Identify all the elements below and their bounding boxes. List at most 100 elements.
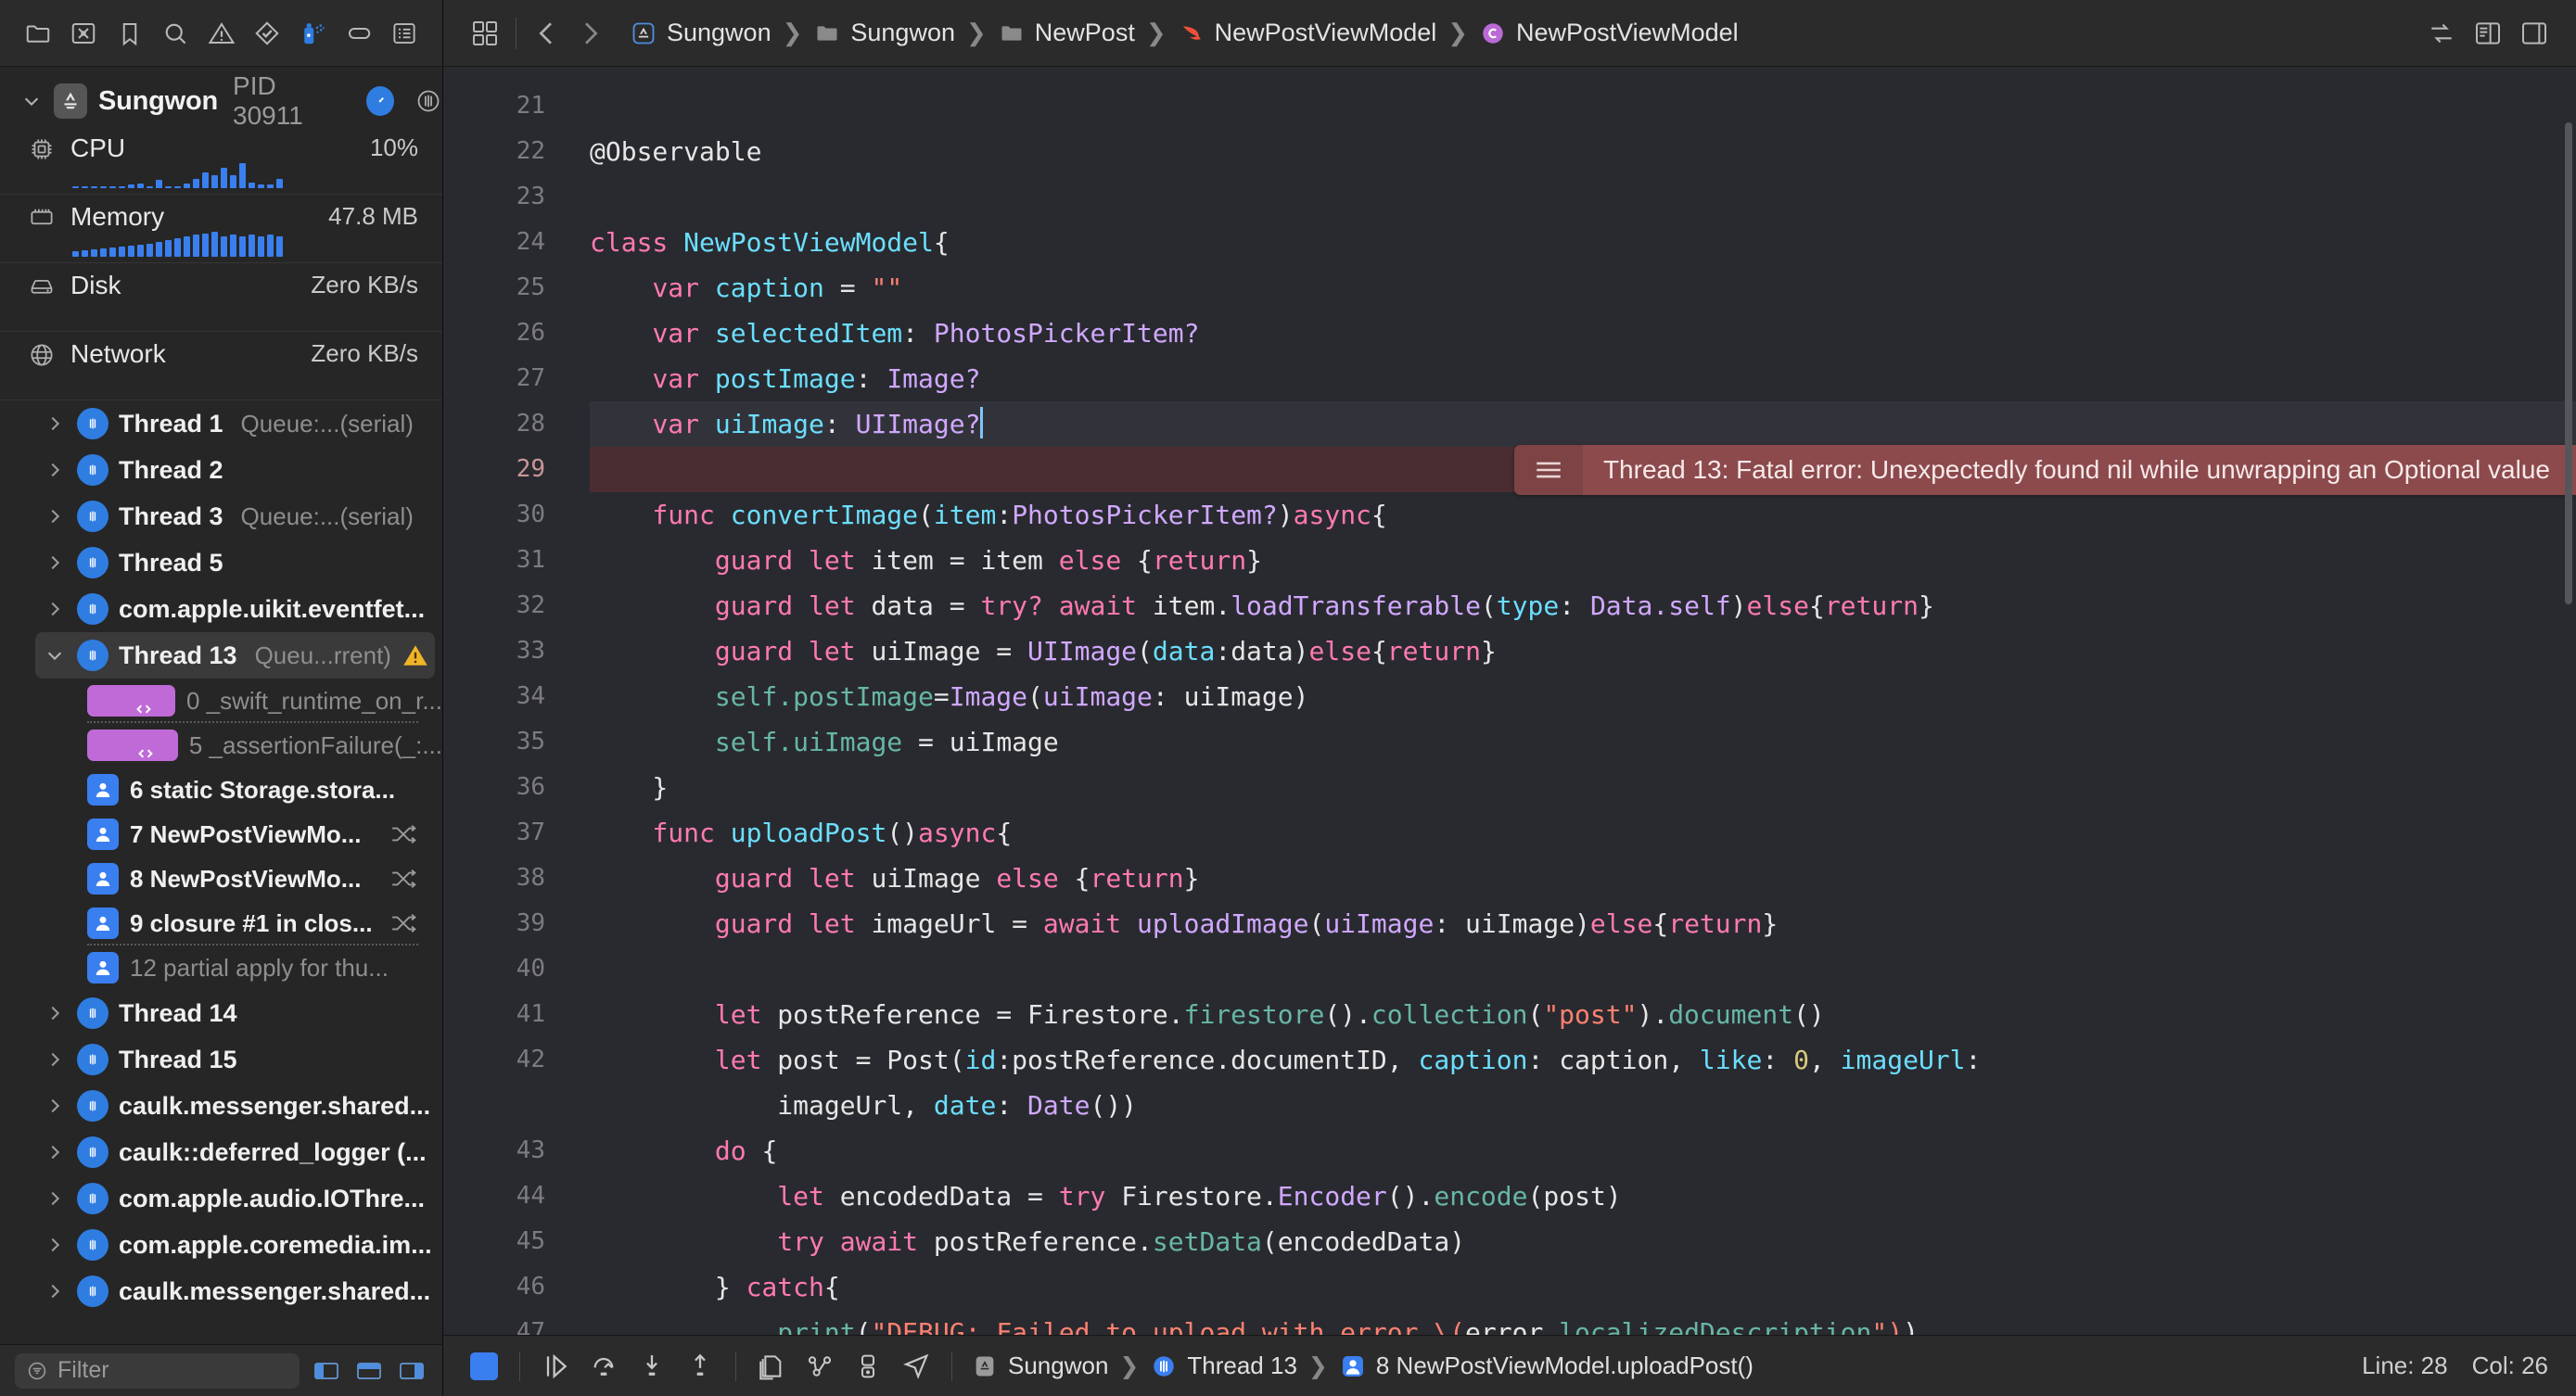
- view-hierarchy-icon[interactable]: [796, 1344, 844, 1389]
- location-simulate-icon[interactable]: [892, 1344, 940, 1389]
- debug-breadcrumb-item[interactable]: 8 NewPostViewModel.uploadPost(): [1332, 1352, 1761, 1380]
- thread-bars-icon[interactable]: [414, 86, 442, 116]
- chevron-left-icon[interactable]: [526, 12, 568, 55]
- stack-frame-row[interactable]: 9 closure #1 in clos...: [0, 901, 442, 945]
- chevron-right-icon[interactable]: [43, 1096, 67, 1116]
- stack-frame-row[interactable]: 12 partial apply for thu...: [0, 945, 442, 990]
- stack-frame-row[interactable]: 6 static Storage.stora...: [0, 768, 442, 812]
- thread-row[interactable]: Thread 3 Queue:...(serial): [0, 493, 442, 539]
- issue-warning-icon[interactable]: [204, 16, 239, 51]
- thread-row[interactable]: caulk.messenger.shared...: [0, 1268, 442, 1314]
- breadcrumb-item[interactable]: NewPostViewModel: [1473, 19, 1744, 47]
- related-items-icon[interactable]: [2420, 12, 2463, 55]
- chevron-right-icon[interactable]: [43, 599, 67, 619]
- inspector-toggle-icon[interactable]: [2513, 12, 2556, 55]
- stack-frame-row[interactable]: 0 _swift_runtime_on_r...: [0, 679, 442, 723]
- breadcrumb-label: Sungwon: [667, 19, 772, 46]
- chevron-right-icon[interactable]: [43, 460, 67, 480]
- debug-divider-2: [735, 1351, 736, 1381]
- runtime-error-banner[interactable]: Thread 13: Fatal error: Unexpectedly fou…: [1513, 445, 2576, 495]
- continue-icon[interactable]: [531, 1344, 580, 1389]
- editor-panel: Sungwon ❯ Sungwon ❯ NewPost ❯ NewPostViewModel…: [443, 0, 2576, 1396]
- report-list-icon[interactable]: [387, 16, 422, 51]
- filter-circle-icon: [28, 1362, 46, 1379]
- code-editor[interactable]: 21 22 23 24 25 26 27 28 29 30 31 32 33 34 35 36 37 38 39 40…: [443, 67, 2576, 1335]
- thread-row[interactable]: caulk.messenger.shared...: [0, 1083, 442, 1129]
- breakpoint-tag-icon[interactable]: [341, 16, 376, 51]
- code-frame-icon: [87, 730, 178, 761]
- show-debug-filter-3[interactable]: [396, 1357, 427, 1385]
- step-over-icon[interactable]: [580, 1344, 628, 1389]
- stack-frame-row[interactable]: 5 _assertionFailure(_:...: [0, 723, 442, 768]
- process-row[interactable]: Sungwon PID 30911: [0, 71, 442, 130]
- breadcrumb-separator: ❯: [1145, 19, 1167, 46]
- source-control-icon[interactable]: [66, 16, 101, 51]
- test-checkmark-icon[interactable]: [249, 16, 285, 51]
- gauge-cpu[interactable]: CPU 10%: [0, 126, 442, 195]
- thread-row[interactable]: com.apple.coremedia.im...: [0, 1222, 442, 1268]
- show-debug-filter-1[interactable]: [311, 1357, 342, 1385]
- thread-queue: Queue:...(serial): [240, 409, 414, 438]
- breadcrumb-item[interactable]: Sungwon: [624, 19, 777, 47]
- navigator-toolbar: [0, 0, 442, 67]
- chevron-right-icon[interactable]: [43, 1281, 67, 1301]
- chevron-right-icon[interactable]: [43, 1142, 67, 1162]
- multi-window-icon[interactable]: [464, 12, 506, 55]
- thread-row[interactable]: Thread 13 Queu...rrent): [35, 632, 435, 679]
- debug-breadcrumb-item[interactable]: Sungwon: [963, 1352, 1116, 1380]
- editor-scrollbar[interactable]: [2565, 122, 2572, 604]
- debug-breadcrumb-item[interactable]: Thread 13: [1142, 1352, 1305, 1380]
- assistant-editor-icon[interactable]: [2467, 12, 2509, 55]
- code-line: } catch{: [590, 1272, 840, 1302]
- gauge-memory[interactable]: Memory 47.8 MB: [0, 195, 442, 263]
- show-debug-filter-2[interactable]: [353, 1357, 385, 1385]
- debug-breadcrumb-label: 8 NewPostViewModel.uploadPost(): [1375, 1352, 1753, 1379]
- step-out-icon[interactable]: [676, 1344, 724, 1389]
- hide-debug-area-icon[interactable]: [460, 1344, 508, 1389]
- info-gauge-icon[interactable]: [366, 86, 395, 116]
- chevron-right-icon[interactable]: [568, 12, 611, 55]
- stack-frame-label: 9 closure #1 in clos...: [130, 908, 373, 937]
- code-line: guard let uiImage = UIImage(data:data)el…: [714, 636, 1497, 666]
- thread-row[interactable]: com.apple.uikit.eventfet...: [0, 586, 442, 632]
- chevron-right-icon[interactable]: [43, 1049, 67, 1070]
- stack-frame-row[interactable]: 7 NewPostViewMo...: [0, 812, 442, 857]
- chevron-right-icon[interactable]: [43, 1235, 67, 1255]
- breadcrumb-item[interactable]: NewPostViewModel: [1172, 19, 1443, 47]
- line-number: 24: [516, 228, 545, 256]
- stack-frames-icon[interactable]: [747, 1344, 796, 1389]
- breadcrumb-item[interactable]: NewPost: [992, 19, 1141, 47]
- line-number: 30: [516, 501, 545, 528]
- chevron-right-icon[interactable]: [43, 1003, 67, 1023]
- user-frame-icon: [87, 952, 119, 984]
- bookmark-icon[interactable]: [112, 16, 147, 51]
- chevron-right-icon[interactable]: [43, 506, 67, 527]
- navigator-panel: Sungwon PID 30911 CPU 10% Memory 47.8 MB…: [0, 0, 443, 1396]
- chevron-down-icon[interactable]: [43, 645, 67, 666]
- code-text[interactable]: @Observable class NewPostViewModel{ var …: [564, 67, 2576, 1335]
- memory-icon: [28, 202, 65, 232]
- thread-row[interactable]: Thread 5: [0, 539, 442, 586]
- thread-row[interactable]: caulk::deferred_logger (...: [0, 1129, 442, 1175]
- stack-frame-row[interactable]: 8 NewPostViewMo...: [0, 857, 442, 901]
- stack-frame-label: 6 static Storage.stora...: [130, 775, 396, 804]
- gauge-network[interactable]: Network Zero KB/s: [0, 332, 442, 400]
- hamburger-grip-icon[interactable]: [1513, 445, 1583, 495]
- folder-icon[interactable]: [20, 16, 56, 51]
- chevron-right-icon[interactable]: [43, 552, 67, 573]
- debug-spray-icon[interactable]: [295, 16, 330, 51]
- thread-row[interactable]: com.apple.audio.IOThre...: [0, 1175, 442, 1222]
- thread-row[interactable]: Thread 2: [0, 447, 442, 493]
- search-icon[interactable]: [158, 16, 193, 51]
- gauge-disk[interactable]: Disk Zero KB/s: [0, 263, 442, 332]
- chevron-down-icon[interactable]: [20, 91, 43, 111]
- memory-graph-icon[interactable]: [844, 1344, 892, 1389]
- thread-row[interactable]: Thread 14: [0, 990, 442, 1036]
- thread-row[interactable]: Thread 1 Queue:...(serial): [0, 400, 442, 447]
- breadcrumb-item[interactable]: Sungwon: [808, 19, 961, 47]
- filter-input[interactable]: Filter: [15, 1352, 300, 1389]
- thread-row[interactable]: Thread 15: [0, 1036, 442, 1083]
- chevron-right-icon[interactable]: [43, 413, 67, 434]
- step-into-icon[interactable]: [628, 1344, 676, 1389]
- chevron-right-icon[interactable]: [43, 1188, 67, 1209]
